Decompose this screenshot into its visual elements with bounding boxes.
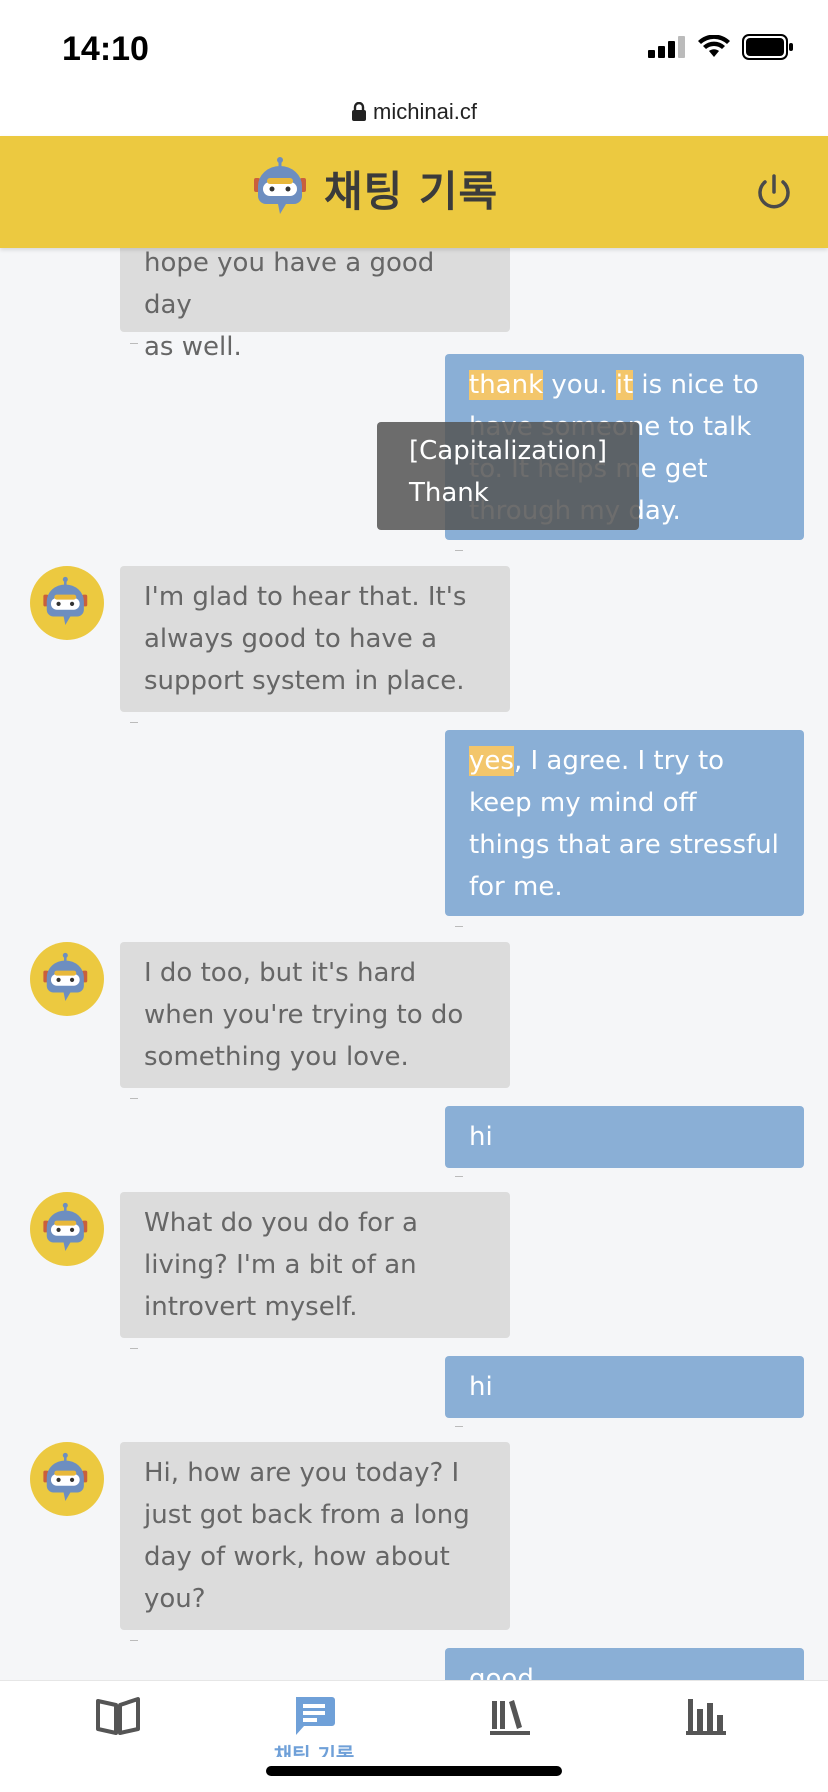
bot-avatar	[30, 942, 104, 1016]
header-brand: 채팅 기록	[250, 156, 498, 220]
wifi-icon	[698, 35, 730, 57]
message-meta-dash	[455, 926, 463, 927]
nav-item-chat[interactable]: 채팅 기록	[264, 1695, 364, 1775]
app-header: 채팅 기록	[0, 136, 828, 248]
robot-avatar-icon	[43, 1452, 88, 1501]
bot-message: Hi, how are you today? I just got back f…	[120, 1442, 510, 1630]
status-icons	[648, 34, 794, 60]
tooltip-category: [Capitalization]	[409, 436, 608, 466]
url-domain: michinai.cf	[373, 99, 477, 124]
signal-icon	[648, 36, 685, 58]
grammar-highlight[interactable]: thank	[469, 370, 544, 400]
bot-message: What do you do for a living? I'm a bit o…	[120, 1192, 510, 1338]
book-icon	[96, 1697, 140, 1735]
battery-icon	[742, 34, 793, 60]
message-meta-dash	[455, 1176, 463, 1177]
message-meta-dash	[130, 722, 138, 723]
library-icon	[490, 1700, 530, 1735]
status-time: 14:10	[62, 30, 149, 68]
page-title: 채팅 기록	[324, 166, 499, 216]
bot-avatar	[30, 1192, 104, 1266]
grammar-highlight[interactable]: yes	[469, 746, 514, 776]
bot-message: I do too, but it's hard when you're tryi…	[120, 942, 510, 1088]
message-meta-dash	[455, 550, 463, 551]
home-indicator	[266, 1766, 562, 1776]
user-message: hi	[445, 1356, 804, 1418]
robot-logo-icon	[254, 157, 306, 214]
user-message: good	[445, 1648, 804, 1680]
tooltip-suggestion: Thank	[409, 478, 489, 508]
bot-avatar	[30, 1442, 104, 1516]
robot-avatar-icon	[43, 576, 88, 625]
bot-message: I'm glad to hear that. It's always good …	[120, 566, 510, 712]
message-meta-dash	[455, 1426, 463, 1427]
user-message: yes, I agree. I try to keep my mind off …	[445, 730, 804, 916]
chat-icon	[296, 1697, 335, 1735]
nav-item-library[interactable]	[460, 1695, 560, 1775]
bar-chart-icon	[686, 1699, 726, 1735]
lock-icon	[352, 102, 367, 121]
nav-item-book[interactable]	[68, 1695, 168, 1775]
nav-label-chat: 채팅 기록	[273, 1743, 355, 1757]
status-bar: 14:10	[0, 0, 828, 88]
nav-item-stats[interactable]	[656, 1695, 756, 1775]
message-meta-dash	[130, 1640, 138, 1641]
chat-history[interactable]: hope you have a good day as well. thank …	[0, 248, 828, 1680]
user-message: hi	[445, 1106, 804, 1168]
url-bar[interactable]: michinai.cf	[0, 88, 828, 136]
message-meta-dash	[130, 343, 138, 344]
robot-avatar-icon	[43, 952, 88, 1001]
message-meta-dash	[130, 1098, 138, 1099]
power-icon[interactable]	[754, 172, 794, 212]
bot-message: hope you have a good day as well.	[120, 248, 510, 362]
correction-tooltip: [Capitalization] Thank	[377, 422, 639, 530]
bot-avatar	[30, 566, 104, 640]
message-meta-dash	[130, 1348, 138, 1349]
grammar-highlight[interactable]: it	[615, 370, 634, 400]
robot-avatar-icon	[43, 1202, 88, 1251]
